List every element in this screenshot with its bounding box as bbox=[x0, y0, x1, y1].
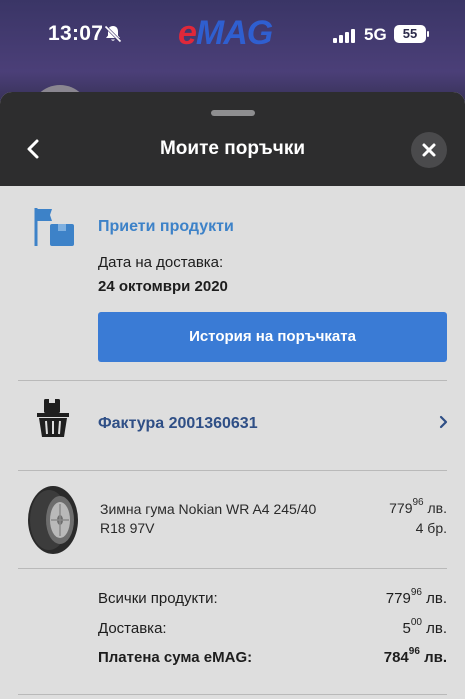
basket-icon bbox=[37, 399, 69, 437]
sheet-header: Моите поръчки bbox=[0, 92, 465, 186]
paid-total-row: Платена сума eMAG: 78496 лв. bbox=[98, 646, 447, 673]
network-type: 5G bbox=[364, 25, 387, 44]
page-title: Моите поръчки bbox=[159, 138, 306, 159]
close-button[interactable] bbox=[411, 132, 447, 168]
close-icon bbox=[422, 143, 436, 157]
product-name[interactable]: Зимна гума Nokian WR A4 245/40 R18 97V bbox=[100, 500, 340, 538]
product-quantity: 4 бр. bbox=[415, 520, 447, 536]
delivery-fee-label: Доставка: bbox=[98, 620, 167, 637]
tire-image bbox=[28, 486, 78, 554]
delivery-fee-row: Доставка: 500 лв. bbox=[98, 617, 447, 644]
delivery-date-label: Дата на доставка: bbox=[98, 254, 224, 271]
paid-total-label: Платена сума eMAG: bbox=[98, 649, 253, 666]
product-row[interactable]: Зимна гума Nokian WR A4 245/40 R18 97V 7… bbox=[0, 470, 465, 566]
invoice-row[interactable]: Фактура 2001360631 bbox=[0, 381, 465, 469]
products-total-row: Всички продукти: 77996 лв. bbox=[98, 587, 447, 614]
products-total-label: Всички продукти: bbox=[98, 590, 218, 607]
bell-slash-icon bbox=[104, 25, 122, 43]
orders-sheet: Моите поръчки Приети продукти Дата на до… bbox=[0, 92, 465, 699]
divider bbox=[18, 568, 447, 569]
products-total-value: 77996 лв. bbox=[385, 587, 447, 607]
status-bar: 13:07 eMAG 5G 55 bbox=[0, 0, 465, 70]
paid-total-value: 78496 лв. bbox=[383, 646, 447, 666]
status-time: 13:07 bbox=[48, 22, 104, 45]
sheet-grabber[interactable] bbox=[211, 110, 255, 116]
emag-logo: eMAG bbox=[178, 14, 273, 52]
flag-box-icon bbox=[34, 208, 74, 246]
order-status-title: Приети продукти bbox=[98, 218, 234, 235]
invoice-link[interactable]: Фактура 2001360631 bbox=[98, 415, 258, 433]
order-history-button[interactable]: История на поръчката bbox=[98, 312, 447, 362]
order-status-section: Приети продукти Дата на доставка: 24 окт… bbox=[0, 186, 465, 380]
delivery-fee-value: 500 лв. bbox=[402, 617, 447, 637]
divider bbox=[18, 694, 447, 695]
product-price: 77996 лв. bbox=[389, 497, 447, 516]
battery-icon: 55 bbox=[394, 25, 426, 43]
delivery-date-value: 24 октомври 2020 bbox=[98, 278, 228, 295]
cellular-signal-icon bbox=[333, 27, 355, 43]
chevron-right-icon bbox=[439, 415, 448, 429]
